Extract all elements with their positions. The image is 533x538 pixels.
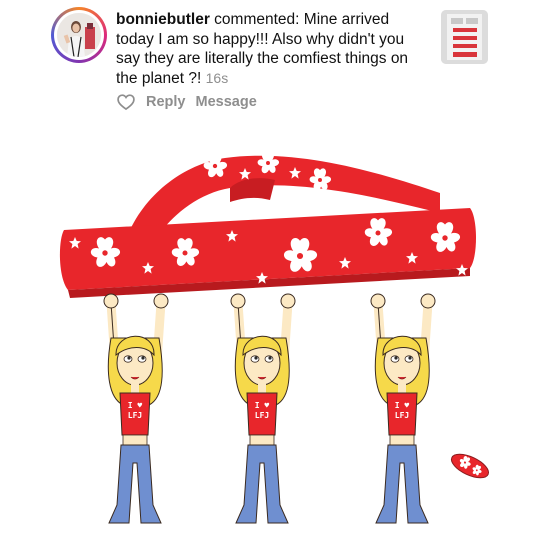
comment-row: bonniebutler commented: Mine arrived tod… [0, 0, 533, 118]
reply-button[interactable]: Reply [146, 94, 186, 110]
avatar[interactable] [57, 13, 101, 57]
avatar-story-ring[interactable] [51, 7, 107, 63]
comment-verb: commented: [214, 11, 300, 28]
comment-text: bonniebutler commented: Mine arrived tod… [116, 10, 431, 88]
comment-timestamp: 16s [205, 69, 229, 86]
heart-outline-icon[interactable] [116, 92, 136, 112]
comment-actions: Reply Message [116, 92, 257, 112]
cartoon-image: I ♥ LFJ [0, 118, 533, 533]
post-thumbnail[interactable] [441, 10, 488, 64]
comment-username[interactable]: bonniebutler [116, 11, 210, 28]
message-button[interactable]: Message [196, 94, 257, 110]
